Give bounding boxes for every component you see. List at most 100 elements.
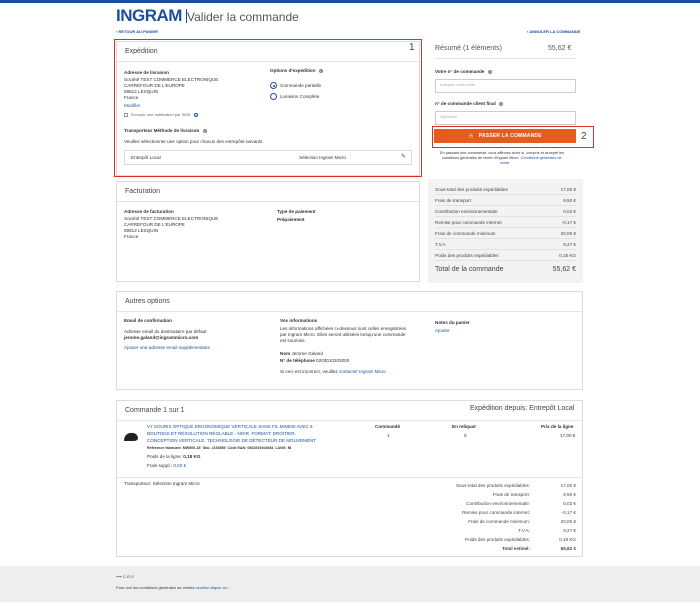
summary-row: T.V.A 9,27 € (435, 239, 576, 250)
product-title-line-1[interactable]: V7 SOURIS OPTIQUE ERGONOMIQUE VERTICALE … (147, 424, 313, 430)
radio-partial-order[interactable] (270, 82, 277, 89)
col-ordered-header: Commandé (375, 424, 401, 429)
sms-notification-checkbox[interactable] (124, 113, 128, 117)
order-total-row: Frais de transport: 9,50 € (430, 490, 576, 499)
order-number-label: Votre n° de commande (435, 69, 485, 74)
billing-card: Facturation (116, 181, 420, 282)
billing-address-label: Adresse de facturation (124, 209, 174, 214)
order-total-label: Frais de transport: (492, 492, 530, 497)
cgv-link: C.G.V (122, 574, 134, 579)
order-estimated-total-row: Total estimé: 55,62 € (430, 544, 576, 553)
mouse-shape (124, 432, 138, 441)
ref-label: Référence fabricant: (147, 446, 182, 450)
order-total-row: Remise pour commande internet: -0,17 € (430, 508, 576, 517)
modify-address-link[interactable]: Modifier (124, 103, 140, 109)
top-accent-bar (0, 0, 700, 3)
carrier-label-row: Transporteur Méthode de livraison i (124, 128, 207, 134)
add-note-link[interactable]: Ajouter (435, 328, 450, 334)
cart-notes-label: Notes du panier (435, 320, 470, 325)
summary-row-value: 20,00 € (560, 230, 576, 236)
order-carrier: Transporteur: Sélection Ingram Micro (124, 481, 200, 486)
contact-ingram-link[interactable]: contacter Ingram Micro (339, 369, 386, 374)
info-icon[interactable]: i (499, 101, 504, 106)
highlight-number-1: 1 (409, 42, 415, 53)
summary-row-label: Contribution environnementale (435, 208, 498, 214)
summary-total-label: Total de la commande (435, 265, 504, 273)
phone-label: N° de téléphone (280, 358, 315, 363)
warehouse-carrier-row[interactable] (124, 150, 412, 165)
line-weight-row: Poids de la ligne: 0,18 KG (147, 454, 200, 460)
summary-row: Remise pour commande internet -0,17 € (435, 217, 576, 228)
place-order-button[interactable]: 🔒 PASSER LA COMMANDE (434, 129, 576, 143)
conditions-link[interactable]: veuillez cliquer ici... (196, 585, 230, 590)
product-identifiers: Référence fabricant: MW500-1E Sku: J1545… (147, 445, 291, 451)
order-total-row: Contribution environnementale: 0,02 € (430, 499, 576, 508)
name-row: Nom Jerome Galand (280, 351, 323, 357)
info-icon[interactable]: i (193, 112, 198, 118)
lock-icon: 🔒 (468, 133, 475, 139)
back-to-cart-label: RETOUR AU PANIER (118, 29, 158, 34)
name-value: Jerome Galand (291, 351, 323, 356)
terms-link[interactable]: Conditions générales de (521, 156, 562, 160)
add-email-link[interactable]: Ajouter une adresse email supplémentaire (124, 345, 210, 351)
edit-pencil-icon[interactable]: ✎ (401, 154, 406, 160)
incorrect-row: Si ceci est incorrect, veuillez contacte… (280, 369, 386, 375)
line-weight-value: 0,18 KG (183, 454, 201, 459)
order-total-value: 0,18 KG (559, 537, 576, 542)
order-total-value: 17,00 € (560, 483, 576, 488)
shipping-from: Expédition depuis: Entrepôt Local (470, 405, 575, 412)
summary-divider (435, 58, 576, 59)
ingram-logo[interactable]: INGRAM (116, 6, 191, 25)
order-total-label: Contribution environnementale: (466, 501, 530, 506)
order-total-label: Poids des produits expédiables: (465, 537, 530, 542)
summary-row-label: Poids des produits expédiables (435, 252, 499, 258)
your-info-label: Vos informations (280, 318, 318, 323)
order-total-label: Frais de commande minimum: (468, 519, 530, 524)
order-total-row: Sous-total des produits expédiables: 17,0… (430, 481, 576, 490)
place-order-label: PASSER LA COMMANDE (478, 133, 542, 139)
product-title-line-2[interactable]: BOUTONS ET RÉSOLUTION RÉGLABLE - NOIR. F… (147, 431, 296, 437)
product-title-line-3[interactable]: CONCEPTION VERTICALE. TECHNOLOGIE DE DÉT… (147, 438, 316, 444)
conditions-row: Pour voir les conditions générales de ve… (116, 585, 230, 591)
order-total-value: 20,00 € (560, 519, 576, 524)
order-total-row: Poids des produits expédiables: 0,18 KG (430, 535, 576, 544)
cgv-link-row[interactable]: ⟶ C.G.V (116, 574, 134, 580)
extra-fees-value[interactable]: 0,02 € (173, 463, 186, 468)
summary-row-label: T.V.A (435, 241, 446, 247)
lang-value: NI (287, 446, 292, 450)
info-icon[interactable]: i (487, 69, 492, 74)
terms-link-end[interactable]: vente (500, 161, 509, 166)
phone-row: N° de téléphone 0203010203000 (280, 358, 349, 364)
billing-title: Facturation (117, 182, 419, 202)
info-icon[interactable]: i (202, 128, 207, 133)
order-number-row: Votre n° de commande i (435, 69, 492, 75)
page-title: Valider la commande (187, 10, 299, 24)
partial-order-label: Commande partielle (280, 83, 322, 88)
order-divider (116, 477, 583, 478)
order-total-label: T.V.A: (518, 528, 530, 533)
summary-total-value: 55,62 € (552, 265, 576, 273)
order-total-row: T.V.A: 9,27 € (430, 526, 576, 535)
carrier-help-text: Veuillez sélectionner une option pour ch… (124, 139, 263, 144)
shipping-options-label: Options d'expédition (270, 68, 316, 73)
summary-title: Résumé (1 éléments) (435, 45, 502, 52)
expedition-title: Expédition (117, 42, 419, 62)
cancel-order-link[interactable]: ▪ ANNULER LA COMMANDE (527, 29, 580, 34)
order-total-row: Frais de commande minimum: 20,00 € (430, 517, 576, 526)
order-number-input[interactable]: Indiquez-votre-code (435, 79, 576, 93)
summary-row-label: Remise pour commande internet (435, 219, 502, 225)
summary-row-value: 17,00 € (560, 186, 576, 192)
cancel-order-label: ANNULER LA COMMANDE (529, 29, 581, 34)
back-to-cart-link[interactable]: ‹ RETOUR AU PANIER (116, 29, 158, 34)
client-order-input[interactable]: Optionnel (435, 111, 576, 125)
order-estimated-total-value: 55,62 € (560, 546, 576, 551)
chevron-right-icon: ⟶ (116, 574, 123, 579)
carrier-label: Transporteur Méthode de livraison (124, 128, 200, 133)
info-icon[interactable]: i (318, 68, 323, 73)
ean-value: 0662919104684 (247, 446, 274, 450)
radio-complete-delivery[interactable] (270, 93, 277, 100)
product-image[interactable] (123, 432, 139, 442)
order-total-value: 9,50 € (563, 492, 576, 497)
summary-row: Sous-total des produits expédiables 17,00… (435, 184, 576, 195)
lang-label: LANG: (275, 446, 287, 450)
